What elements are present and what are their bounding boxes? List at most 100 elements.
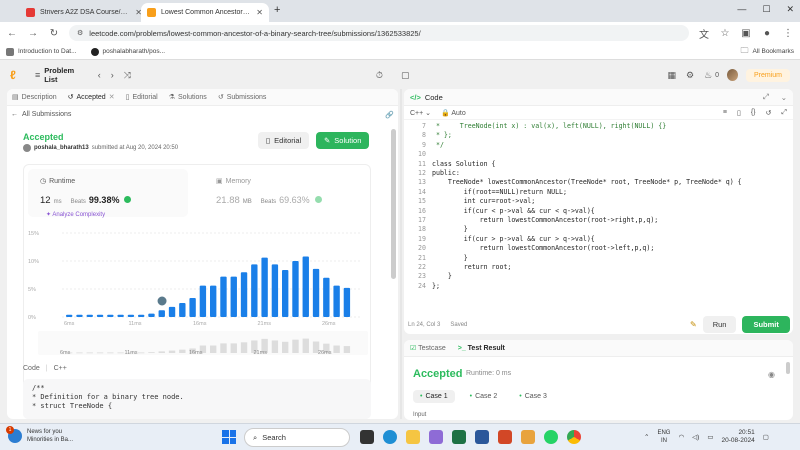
chart-bar[interactable] [179,303,186,317]
taskview-icon[interactable] [360,430,374,444]
layout-icon[interactable]: ▢ [401,70,410,81]
code-line[interactable]: 8 * }; [404,131,793,140]
chart-bar[interactable] [292,261,299,317]
menu-icon[interactable]: ⋮ [782,28,794,39]
memory-card[interactable]: ▣ Memory 21.88 MB Beats 69.63% [204,169,364,217]
chart-bar[interactable] [107,314,114,317]
profile-icon[interactable]: ● [761,28,773,39]
chart-bar[interactable] [148,313,155,317]
expand-icon[interactable]: ⤢ [763,92,769,102]
close-tab-icon[interactable]: ✕ [109,93,115,101]
forward-icon[interactable]: → [27,28,39,39]
url-bar[interactable]: ⚙ leetcode.com/problems/lowest-common-an… [69,25,689,41]
code-line[interactable]: 16 if(cur < p->val && cur < q->val){ [404,207,793,216]
your-runtime-marker[interactable] [156,295,168,307]
powerpoint-icon[interactable] [498,430,512,444]
minimize-icon[interactable]: — [737,4,746,15]
braces-icon[interactable]: {} [751,109,756,116]
code-line[interactable]: 18 } [404,225,793,234]
reset-icon[interactable]: ↺ [766,109,772,117]
bookmark-item[interactable]: poshalabharath/pos... [90,47,165,56]
browser-tab-leetcode[interactable]: Lowest Common Ancestor of a... ✕ [141,3,269,22]
notifications-icon[interactable]: ▢ [763,433,769,441]
case-tab[interactable]: • Case 1 [413,390,455,403]
code-line[interactable]: 15 int cur=root->val; [404,197,793,206]
chart-bar[interactable] [343,287,351,317]
code-line[interactable]: 14 if(root==NULL)return NULL; [404,188,793,197]
chart-bar[interactable] [158,310,165,317]
code-line[interactable]: 11 class Solution { [404,160,793,169]
code-line[interactable]: 20 return lowestCommonAncestor(root->lef… [404,244,793,253]
site-info-icon[interactable]: ⚙ [77,29,83,37]
chevron-down-icon[interactable]: ⌄ [781,93,787,102]
chrome-icon[interactable] [567,430,581,444]
code-line[interactable]: 17 return lowestCommonAncestor(root->rig… [404,216,793,225]
close-tab-icon[interactable]: ✕ [256,8,263,17]
settings-icon[interactable]: ⚙ [686,70,694,81]
case-tab[interactable]: • Case 3 [512,390,554,403]
chart-bar[interactable] [261,257,268,317]
chart-bar[interactable] [220,276,227,317]
taskbar-search[interactable]: ⌕ Search [244,428,350,447]
excel-icon[interactable] [452,430,466,444]
clock[interactable]: 20:51 20-08-2024 [721,429,754,445]
reload-icon[interactable]: ↻ [48,28,60,39]
chart-bar[interactable] [240,272,248,317]
tab-testcase[interactable]: ☑ Testcase [410,344,446,352]
battery-icon[interactable]: ▭ [707,433,713,441]
next-problem-icon[interactable]: › [111,70,114,80]
panel-divider[interactable] [400,89,402,419]
case-tab[interactable]: • Case 2 [463,390,505,403]
chart-bar[interactable] [168,306,176,317]
code-line[interactable]: 19 if(cur > p->val && cur > q->val){ [404,235,793,244]
chart-bar[interactable] [230,276,237,317]
timer-icon[interactable]: ⏱ [376,70,383,81]
chart-bar[interactable] [189,297,196,317]
chart-bar[interactable] [302,256,309,317]
tab-editorial[interactable]: ▯ Editorial [126,93,158,102]
chevron-up-icon[interactable]: ⌃ [644,433,649,441]
code-line[interactable]: 23 } [404,272,793,281]
premium-button[interactable]: Premium [745,68,790,82]
new-tab-button[interactable]: + [274,4,280,16]
word-icon[interactable] [475,430,489,444]
extensions-icon[interactable]: ▣ [740,28,752,39]
prev-problem-icon[interactable]: ‹ [98,70,101,80]
tab-submissions[interactable]: ↺ Submissions [218,93,267,102]
run-button[interactable]: Run [702,316,737,333]
code-line[interactable]: 12 public: [404,169,793,178]
all-bookmarks[interactable]: 🗀 All Bookmarks [740,45,794,59]
code-line[interactable]: 10 [404,150,793,159]
submit-button[interactable]: Submit [742,316,790,333]
code-line[interactable]: 9 */ [404,141,793,150]
share-icon[interactable]: 🔗 [385,111,394,119]
volume-icon[interactable]: ◁) [692,433,699,441]
bookmark-item[interactable]: Introduction to Dat... [6,47,77,56]
chart-bar[interactable] [282,269,289,317]
chart-bar[interactable] [323,277,330,317]
chart-bar[interactable] [312,268,320,317]
wifi-icon[interactable]: ◠ [678,433,684,441]
chart-bar[interactable] [210,285,217,317]
translate-icon[interactable]: 文 [698,26,710,41]
chart-bar[interactable] [117,314,124,317]
chart-bar[interactable] [333,285,340,317]
whatsapp-icon[interactable] [544,430,558,444]
chart-bar[interactable] [127,314,135,317]
grid-icon[interactable]: ▦ [667,70,676,81]
chart-bar[interactable] [138,314,145,317]
solution-button[interactable]: ✎ Solution [316,132,370,149]
chart-bar[interactable] [66,314,73,317]
notes-icon[interactable]: ✎ [690,320,697,329]
leetcode-logo-icon[interactable]: ℓ [10,69,21,81]
username[interactable]: poshala_bharath13 [34,145,89,151]
all-submissions-link[interactable]: ← All Submissions 🔗 [7,106,398,123]
chart-bar[interactable] [199,285,207,317]
fullscreen-icon[interactable]: ⤢ [781,109,787,117]
tab-solutions[interactable]: ⚗ Solutions [169,93,207,102]
auto-mode[interactable]: 🔒 Auto [441,109,466,117]
tab-description[interactable]: ▤ Description [12,93,57,102]
windows-start-icon[interactable] [222,430,236,444]
code-line[interactable]: 22 return root; [404,263,793,272]
code-line[interactable]: 24}; [404,282,793,291]
